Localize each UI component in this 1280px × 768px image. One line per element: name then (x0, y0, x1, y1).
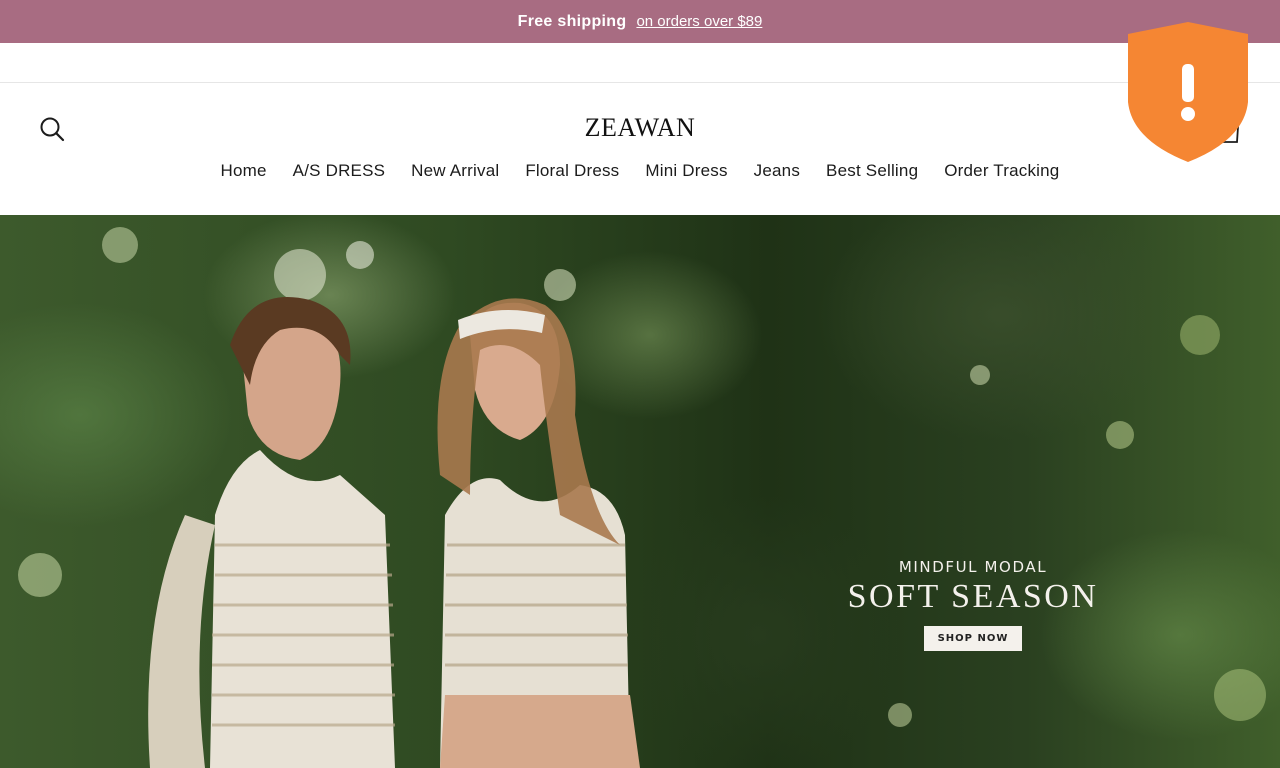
nav-item-mini-dress[interactable]: Mini Dress (632, 159, 740, 183)
hero-text-block: MINDFUL MODAL SOFT SEASON SHOP NOW (820, 558, 1126, 651)
announcement-strong-text: Free shipping (517, 12, 627, 30)
nav-item-best-selling[interactable]: Best Selling (813, 159, 931, 183)
hero-eyebrow: MINDFUL MODAL (898, 558, 1048, 576)
nav-item-new-arrival[interactable]: New Arrival (398, 159, 512, 183)
nav-item-order-tracking[interactable]: Order Tracking (931, 159, 1072, 183)
announcement-bar: Free shipping on orders over $89 (0, 0, 1280, 43)
security-badge[interactable] (1126, 20, 1250, 164)
main-navigation: Home A/S DRESS New Arrival Floral Dress … (0, 159, 1280, 183)
hero-banner[interactable]: MINDFUL MODAL SOFT SEASON SHOP NOW (0, 215, 1280, 768)
nav-item-floral-dress[interactable]: Floral Dress (512, 159, 632, 183)
site-logo[interactable]: ZEAWAN (0, 113, 1280, 143)
nav-item-home[interactable]: Home (208, 159, 280, 183)
warning-shield-icon (1128, 22, 1248, 162)
nav-item-as-dress[interactable]: A/S DRESS (280, 159, 399, 183)
hero-title: SOFT SEASON (847, 578, 1099, 615)
hero-image (18, 227, 1266, 768)
nav-item-jeans[interactable]: Jeans (741, 159, 813, 183)
toolbar-strip (0, 43, 1280, 83)
announcement-link[interactable]: on orders over $89 (636, 13, 762, 30)
shop-now-button[interactable]: SHOP NOW (923, 626, 1023, 651)
site-header: ZEAWAN Home A/S DRESS New Arrival Floral… (0, 83, 1280, 215)
